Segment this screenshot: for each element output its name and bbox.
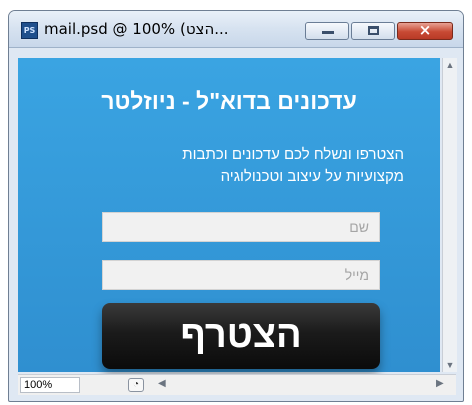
scroll-up-icon[interactable]: ▲ xyxy=(443,60,457,70)
scroll-left-icon[interactable]: ◀ xyxy=(158,378,166,389)
window-title: mail.psd @ 100% (הצט... xyxy=(44,20,229,38)
minimize-button[interactable] xyxy=(305,22,349,40)
title-bar[interactable]: PS mail.psd @ 100% (הצט... × xyxy=(9,11,463,48)
email-field[interactable]: מייל xyxy=(102,260,380,290)
document-canvas[interactable]: עדכונים בדוא"ל - ניוזלטר הצטרפו ונשלח לכ… xyxy=(18,58,440,372)
close-button[interactable]: × xyxy=(397,21,453,40)
maximize-button[interactable] xyxy=(351,22,395,40)
minimize-icon xyxy=(322,31,334,34)
name-field[interactable]: שם xyxy=(102,212,380,242)
newsletter-description: הצטרפו ונשלח לכם עדכונים וכתבות מקצועיות… xyxy=(84,144,404,188)
status-bar: 100% ◔ ◀ ▶ xyxy=(18,374,456,395)
description-line-2: מקצועיות על עיצוב וטכנולוגיה xyxy=(220,168,404,185)
scroll-right-icon[interactable]: ▶ xyxy=(436,378,444,389)
newsletter-title: עדכונים בדוא"ל - ניוזלטר xyxy=(101,88,357,114)
scroll-down-icon[interactable]: ▼ xyxy=(443,360,457,370)
vertical-scrollbar[interactable]: ▲ ▼ xyxy=(442,58,457,372)
status-info-icon[interactable]: ◔ xyxy=(128,378,144,392)
maximize-icon xyxy=(368,26,379,35)
photoshop-icon: PS xyxy=(21,22,38,39)
close-icon: × xyxy=(418,21,432,39)
description-line-1: הצטרפו ונשלח לכם עדכונים וכתבות xyxy=(182,146,404,163)
join-button[interactable]: הצטרף xyxy=(102,303,380,369)
photoshop-document-window: PS mail.psd @ 100% (הצט... × עדכונים בדו… xyxy=(8,10,464,402)
zoom-level-field[interactable]: 100% xyxy=(20,377,80,393)
